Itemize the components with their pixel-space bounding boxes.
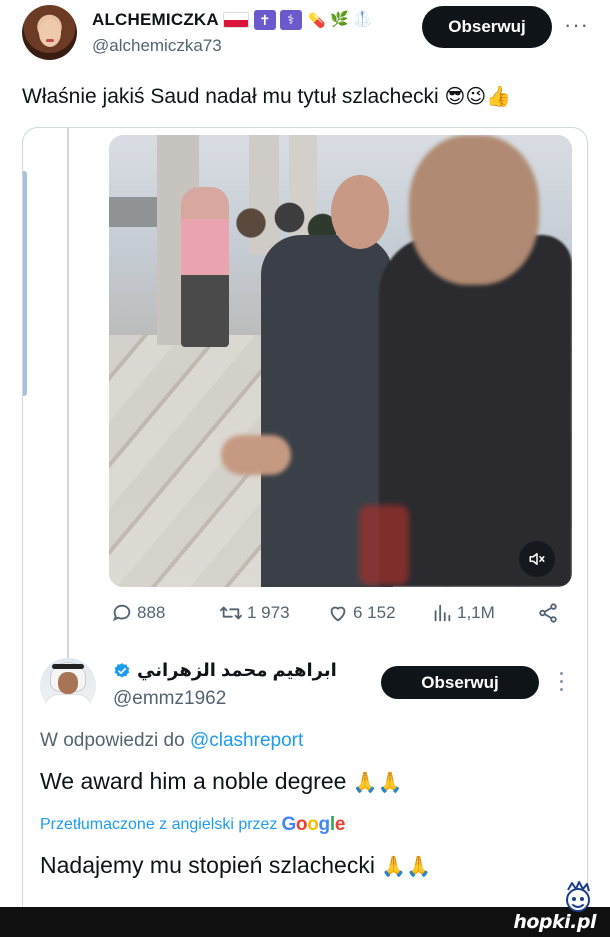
heart-icon [330,606,346,622]
folded-hands-emojis: 🙏🙏 [352,772,403,794]
views-bar-chart-icon [434,604,451,622]
flag-poland-icon [222,12,249,28]
views-stat[interactable]: 1,1M [431,602,495,624]
reply-count: 888 [137,603,166,622]
share-stat[interactable] [537,602,559,624]
reply-context: W odpowiedzi do @clashreport [40,730,303,752]
reply-text: We award him a noble degree 🙏🙏 [40,768,403,795]
avatar-lips [46,39,54,42]
author-display-name[interactable]: ALCHEMICZKA [92,10,219,30]
google-logo: Google [281,814,346,835]
follow-button[interactable]: Obserwuj [422,6,552,48]
thread-line [67,128,69,658]
video-player[interactable] [109,135,572,587]
tweet-text-body: Właśnie jakiś Saud nadał mu tytuł szlach… [22,85,439,108]
hopki-watermark-logo: hopki.pl [513,911,596,933]
dot [559,687,563,691]
author-avatar[interactable] [22,5,77,60]
engagement-bar: 888 1 973 6 152 1,1M [111,602,561,628]
folded-hands-emojis: 🙏🙏 [381,856,432,878]
avatar-agal [52,664,84,669]
reply-text-body: We award him a noble degree [40,768,347,794]
translated-text: Nadajemy mu stopień szlachecki 🙏🙏 [40,852,431,879]
retweet-stat[interactable]: 1 973 [219,602,290,624]
author-name-row[interactable]: ALCHEMICZKA ✝ ⚕ 💊 🌿 🥼 [92,10,374,30]
share-icon [539,603,557,623]
pill-icon: 💊 [308,12,326,28]
latin-cross-icon: ✝ [253,10,276,30]
reply-author-handle[interactable]: @emmz1962 [113,688,226,710]
reply-author-name-row[interactable]: ابراهيم محمد الزهراني [113,660,337,681]
avatar-thobe [44,694,92,714]
reply-follow-button[interactable]: Obserwuj [381,666,539,699]
speaker-muted-icon[interactable] [519,541,555,577]
reply-context-prefix: W odpowiedzi do [40,730,185,751]
verified-badge-icon [114,662,130,678]
reply-stat[interactable]: 888 [111,602,165,624]
herb-icon: 🌿 [330,11,350,28]
video-man-foreground-head [409,135,539,285]
like-count: 6 152 [353,603,396,622]
retweet-count: 1 973 [247,603,290,622]
translation-notice-text: Przetłumaczone z angielski przez [40,816,278,833]
author-handle[interactable]: @alchemiczka73 [92,36,222,56]
translated-text-body: Nadajemy mu stopień szlachecki [40,852,375,878]
lab-coat-icon: 🥼 [353,11,373,28]
quoted-tweet-card[interactable]: 888 1 973 6 152 1,1M ابراهيم محمد الزهرا… [22,127,588,927]
like-stat[interactable]: 6 152 [327,602,396,624]
video-red-object [359,505,409,585]
dot [559,671,563,675]
video-woman [181,187,229,347]
more-options-icon[interactable]: ··· [564,12,589,38]
translation-notice[interactable]: Przetłumaczone z angielski przez Google [40,814,345,836]
tweet-emojis: 😎😉👍 [444,86,512,108]
reply-icon [113,604,131,622]
views-count: 1,1M [457,603,495,622]
dot [559,679,563,683]
avatar-face [39,19,61,47]
tweet-text: Właśnie jakiś Saud nadał mu tytuł szlach… [22,84,511,109]
reply-more-options-icon[interactable] [555,669,567,693]
avatar-face [58,672,78,694]
reply-author-display-name[interactable]: ابراهيم محمد الزهراني [137,660,337,681]
card-accent [23,171,27,396]
retweet-icon [220,606,242,620]
video-man-bald-head [331,175,389,249]
video-hand [221,435,291,475]
caduceus-icon: ⚕ [279,10,302,30]
reply-author-avatar[interactable] [40,658,96,714]
reply-context-mention[interactable]: @clashreport [190,730,303,751]
